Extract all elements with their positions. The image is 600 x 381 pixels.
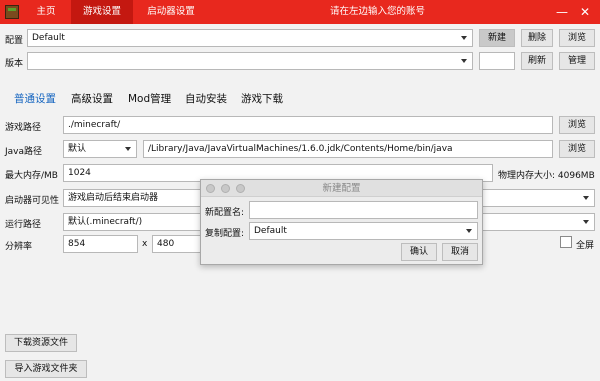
launcher-visibility-value: 游戏启动后结束启动器 [68,193,159,203]
game-path-label: 游戏路径 [5,123,42,133]
chevron-down-icon [461,59,467,63]
new-config-name-input[interactable] [249,201,478,219]
delete-config-button[interactable]: 删除 [521,29,553,47]
chevron-down-icon [461,36,467,40]
account-hint: 请在左边输入您的账号 [330,6,426,17]
close-icon[interactable]: ✕ [577,3,593,21]
chevron-down-icon [583,220,589,224]
max-memory-label: 最大内存/MB [5,171,58,181]
version-label: 版本 [5,59,24,69]
browse-game-path-button[interactable]: 浏览 [559,116,595,134]
fullscreen-checkbox[interactable] [560,236,572,248]
new-config-name-label: 新配置名: [205,208,245,218]
subtab-advanced[interactable]: 高级设置 [71,91,113,106]
java-mode-select[interactable]: 默认 [63,140,137,158]
physical-memory-text: 物理内存大小: 4096MB [498,171,595,181]
version-select[interactable] [27,52,473,70]
resolution-separator: x [142,239,148,249]
java-path-label: Java路径 [5,147,43,157]
tab-home[interactable]: 主页 [24,0,68,24]
confirm-button[interactable]: 确认 [401,243,437,261]
chevron-down-icon [466,229,472,233]
import-game-folder-button[interactable]: 导入游戏文件夹 [5,360,87,378]
dialog-title: 新建配置 [322,183,361,194]
config-label: 配置 [5,36,24,46]
subtab-game-download[interactable]: 游戏下载 [241,91,283,106]
minimize-icon[interactable]: — [554,3,570,21]
version-input[interactable] [479,52,515,70]
resolution-label: 分辨率 [5,242,33,252]
run-path-label: 运行路径 [5,220,42,230]
copy-config-value: Default [254,226,287,236]
java-path-input[interactable]: /Library/Java/JavaVirtualMachines/1.6.0.… [143,140,553,158]
copy-config-select[interactable]: Default [249,222,478,240]
dialog-title-bar: 新建配置 [201,180,482,197]
fullscreen-label: 全屏 [576,241,595,251]
cancel-button[interactable]: 取消 [442,243,478,261]
subtab-mod-manage[interactable]: Mod管理 [128,91,171,106]
copy-config-label: 复制配置: [205,229,245,239]
java-mode-value: 默认 [68,144,87,154]
config-select-value: Default [32,33,65,43]
browse-config-button[interactable]: 浏览 [559,29,595,47]
subtab-auto-install[interactable]: 自动安装 [185,91,227,106]
resolution-width-input[interactable]: 854 [63,235,138,253]
tab-game-settings[interactable]: 游戏设置 [71,0,133,24]
game-path-input[interactable]: ./minecraft/ [63,116,553,134]
subtab-general[interactable]: 普通设置 [14,91,56,106]
new-config-dialog: 新建配置 新配置名: 复制配置: Default 确认 取消 [200,179,483,265]
browse-java-path-button[interactable]: 浏览 [559,140,595,158]
manage-button[interactable]: 管理 [559,52,595,70]
chevron-down-icon [125,147,131,151]
new-config-button[interactable]: 新建 [479,29,515,47]
refresh-button[interactable]: 刷新 [521,52,553,70]
config-select[interactable]: Default [27,29,473,47]
chevron-down-icon [583,196,589,200]
tab-launcher-settings[interactable]: 启动器设置 [138,0,204,24]
title-bar: 主页 游戏设置 启动器设置 请在左边输入您的账号 — ✕ [0,0,600,24]
launcher-visibility-label: 启动器可见性 [5,196,60,206]
download-assets-button[interactable]: 下载资源文件 [5,334,77,352]
run-path-value: 默认(.minecraft/) [68,217,143,227]
app-logo-icon [5,5,19,19]
